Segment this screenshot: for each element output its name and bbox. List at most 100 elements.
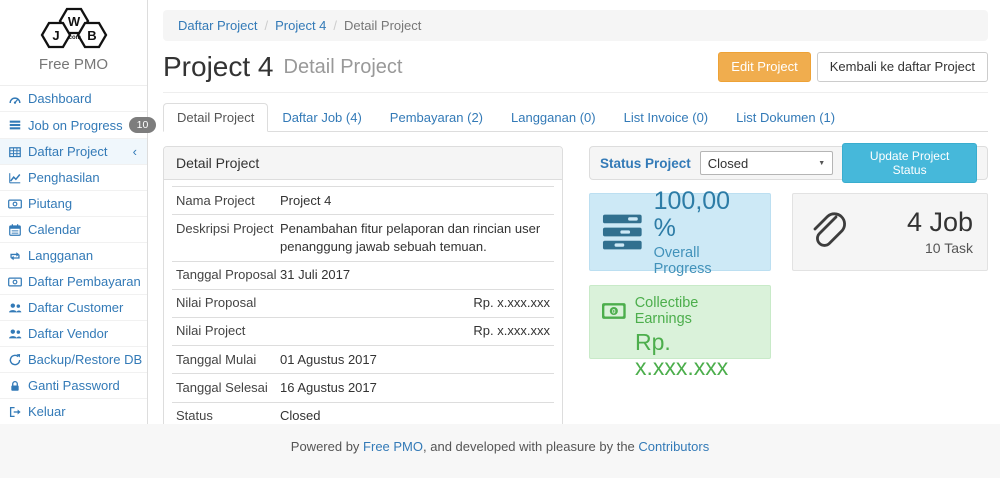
tab-pembayaran[interactable]: Pembayaran (2) — [376, 103, 497, 132]
main-area: W J B .com Free PMO Dashboard — [0, 0, 1000, 424]
free-pmo-link[interactable]: Free PMO — [363, 439, 423, 454]
row-value: Closed — [280, 407, 550, 425]
content-area: Daftar Project / Project 4 / Detail Proj… — [148, 0, 1000, 424]
paperclip-icon — [807, 210, 847, 254]
progress-text: 100,00 % Overall Progress — [654, 188, 758, 277]
progress-caption: Overall Progress — [654, 245, 758, 277]
sign-out-icon — [8, 405, 22, 419]
tab-detail-project[interactable]: Detail Project — [163, 103, 268, 132]
breadcrumb-project-4[interactable]: Project 4 — [275, 18, 326, 33]
users-icon — [8, 327, 22, 341]
page-subtitle: Detail Project — [284, 56, 403, 79]
brand-name: Free PMO — [0, 56, 147, 73]
sidebar-nav: Dashboard Job on Progress 10 — [0, 85, 147, 425]
sidebar-item-ganti-password[interactable]: Ganti Password — [0, 373, 147, 399]
table-row: Tanggal Selesai 16 Agustus 2017 — [172, 373, 554, 401]
status-project-label: Status Project — [600, 156, 691, 171]
sidebar-item-penghasilan[interactable]: Penghasilan — [0, 165, 147, 191]
row-value: 16 Agustus 2017 — [280, 379, 550, 397]
breadcrumb: Daftar Project / Project 4 / Detail Proj… — [163, 10, 988, 41]
tab-list-invoice[interactable]: List Invoice (0) — [610, 103, 723, 132]
tab-langganan[interactable]: Langganan (0) — [497, 103, 610, 132]
contributors-link[interactable]: Contributors — [638, 439, 709, 454]
sidebar-item-job-on-progress[interactable]: Job on Progress 10 — [0, 112, 147, 139]
row-label: Tanggal Mulai — [176, 351, 280, 369]
footer: Powered by Free PMO, and developed with … — [0, 424, 1000, 478]
status-project-bar: Status Project Closed ▼ Update Project S… — [589, 146, 988, 180]
table-icon — [8, 145, 22, 159]
sidebar-item-label: Daftar Project — [28, 144, 107, 159]
progress-value: 100,00 % — [654, 188, 758, 243]
row-value: Rp. x.xxx.xxx — [280, 322, 550, 340]
footer-text: Powered by — [291, 439, 363, 454]
job-text: 4 Job 10 Task — [907, 208, 973, 257]
breadcrumb-current: Detail Project — [344, 18, 421, 33]
edit-project-button[interactable]: Edit Project — [718, 52, 810, 82]
tasks-icon — [8, 118, 22, 132]
table-row: Deskripsi Project Penambahan fitur pelap… — [172, 214, 554, 260]
refresh-icon — [8, 353, 22, 367]
tab-list-dokumen[interactable]: List Dokumen (1) — [722, 103, 849, 132]
caret-down-icon: ▼ — [818, 160, 825, 167]
row-label: Nilai Proposal — [176, 294, 280, 312]
chevron-left-icon: ‹ — [133, 144, 139, 159]
sidebar-item-dashboard[interactable]: Dashboard — [0, 86, 147, 112]
panel-title: Detail Project — [164, 147, 562, 180]
back-to-list-button[interactable]: Kembali ke daftar Project — [817, 52, 988, 82]
sidebar-item-backup-restore[interactable]: Backup/Restore DB — [0, 347, 147, 373]
status-select[interactable]: Closed ▼ — [700, 151, 833, 175]
summary-cards-row: 100,00 % Overall Progress 4 Job 10 Task — [589, 193, 988, 271]
breadcrumb-daftar-project[interactable]: Daftar Project — [178, 18, 257, 33]
sidebar-item-label: Keluar — [28, 404, 66, 419]
sidebar-item-label: Daftar Vendor — [28, 326, 108, 341]
money-icon — [8, 275, 22, 289]
collectible-earnings-card: 0 Collectibe Earnings Rp. x.xxx.xxx — [589, 285, 771, 359]
sidebar-item-keluar[interactable]: Keluar — [0, 399, 147, 425]
progress-bars-icon — [602, 211, 643, 253]
row-label: Nama Project — [176, 192, 280, 210]
sidebar-item-label: Piutang — [28, 196, 72, 211]
page-title: Project 4 — [163, 51, 274, 83]
lock-icon — [8, 379, 22, 393]
svg-text:B: B — [87, 28, 96, 43]
tab-bar: Detail Project Daftar Job (4) Pembayaran… — [163, 103, 988, 132]
sidebar-item-langganan[interactable]: Langganan — [0, 243, 147, 269]
page-header: Project 4 Detail Project Edit Project Ke… — [163, 51, 988, 93]
table-row: Nilai Proposal Rp. x.xxx.xxx — [172, 289, 554, 317]
svg-text:W: W — [67, 14, 80, 29]
earnings-value: Rp. x.xxx.xxx — [635, 330, 758, 381]
sidebar-item-label: Daftar Pembayaran — [28, 274, 141, 289]
row-value: Penambahan fitur pelaporan dan rincian u… — [280, 220, 550, 256]
earnings-title: Collectibe Earnings — [635, 295, 758, 327]
footer-text: , and developed with pleasure by the — [423, 439, 638, 454]
sidebar-item-label: Dashboard — [28, 91, 92, 106]
users-icon — [8, 301, 22, 315]
money-icon — [8, 197, 22, 211]
job-count: 4 Job — [907, 208, 973, 238]
tab-daftar-job[interactable]: Daftar Job (4) — [268, 103, 375, 132]
calendar-icon — [8, 223, 22, 237]
breadcrumb-separator: / — [264, 18, 268, 33]
update-status-button[interactable]: Update Project Status — [842, 143, 977, 183]
table-row: Nama Project Project 4 — [172, 186, 554, 214]
sidebar-item-daftar-vendor[interactable]: Daftar Vendor — [0, 321, 147, 347]
status-select-value: Closed — [708, 156, 748, 171]
retweet-icon — [8, 249, 22, 263]
sidebar-item-daftar-customer[interactable]: Daftar Customer — [0, 295, 147, 321]
row-label: Tanggal Selesai — [176, 379, 280, 397]
svg-text:.com: .com — [66, 35, 80, 41]
job-summary-card: 4 Job 10 Task — [792, 193, 988, 271]
jwb-logo-icon: W J B .com — [28, 7, 120, 53]
sidebar-item-calendar[interactable]: Calendar — [0, 217, 147, 243]
earnings-header: 0 Collectibe Earnings — [602, 295, 758, 327]
sidebar-item-label: Backup/Restore DB — [28, 352, 142, 367]
sidebar-item-daftar-project[interactable]: Daftar Project ‹ — [0, 139, 147, 165]
sidebar-item-label: Penghasilan — [28, 170, 100, 185]
sidebar-item-piutang[interactable]: Piutang — [0, 191, 147, 217]
row-value: Project 4 — [280, 192, 550, 210]
sidebar-item-daftar-pembayaran[interactable]: Daftar Pembayaran — [0, 269, 147, 295]
money-bill-icon: 0 — [602, 303, 626, 319]
sidebar-item-label: Ganti Password — [28, 378, 120, 393]
row-label: Nilai Project — [176, 322, 280, 340]
right-column: Status Project Closed ▼ Update Project S… — [589, 146, 988, 469]
